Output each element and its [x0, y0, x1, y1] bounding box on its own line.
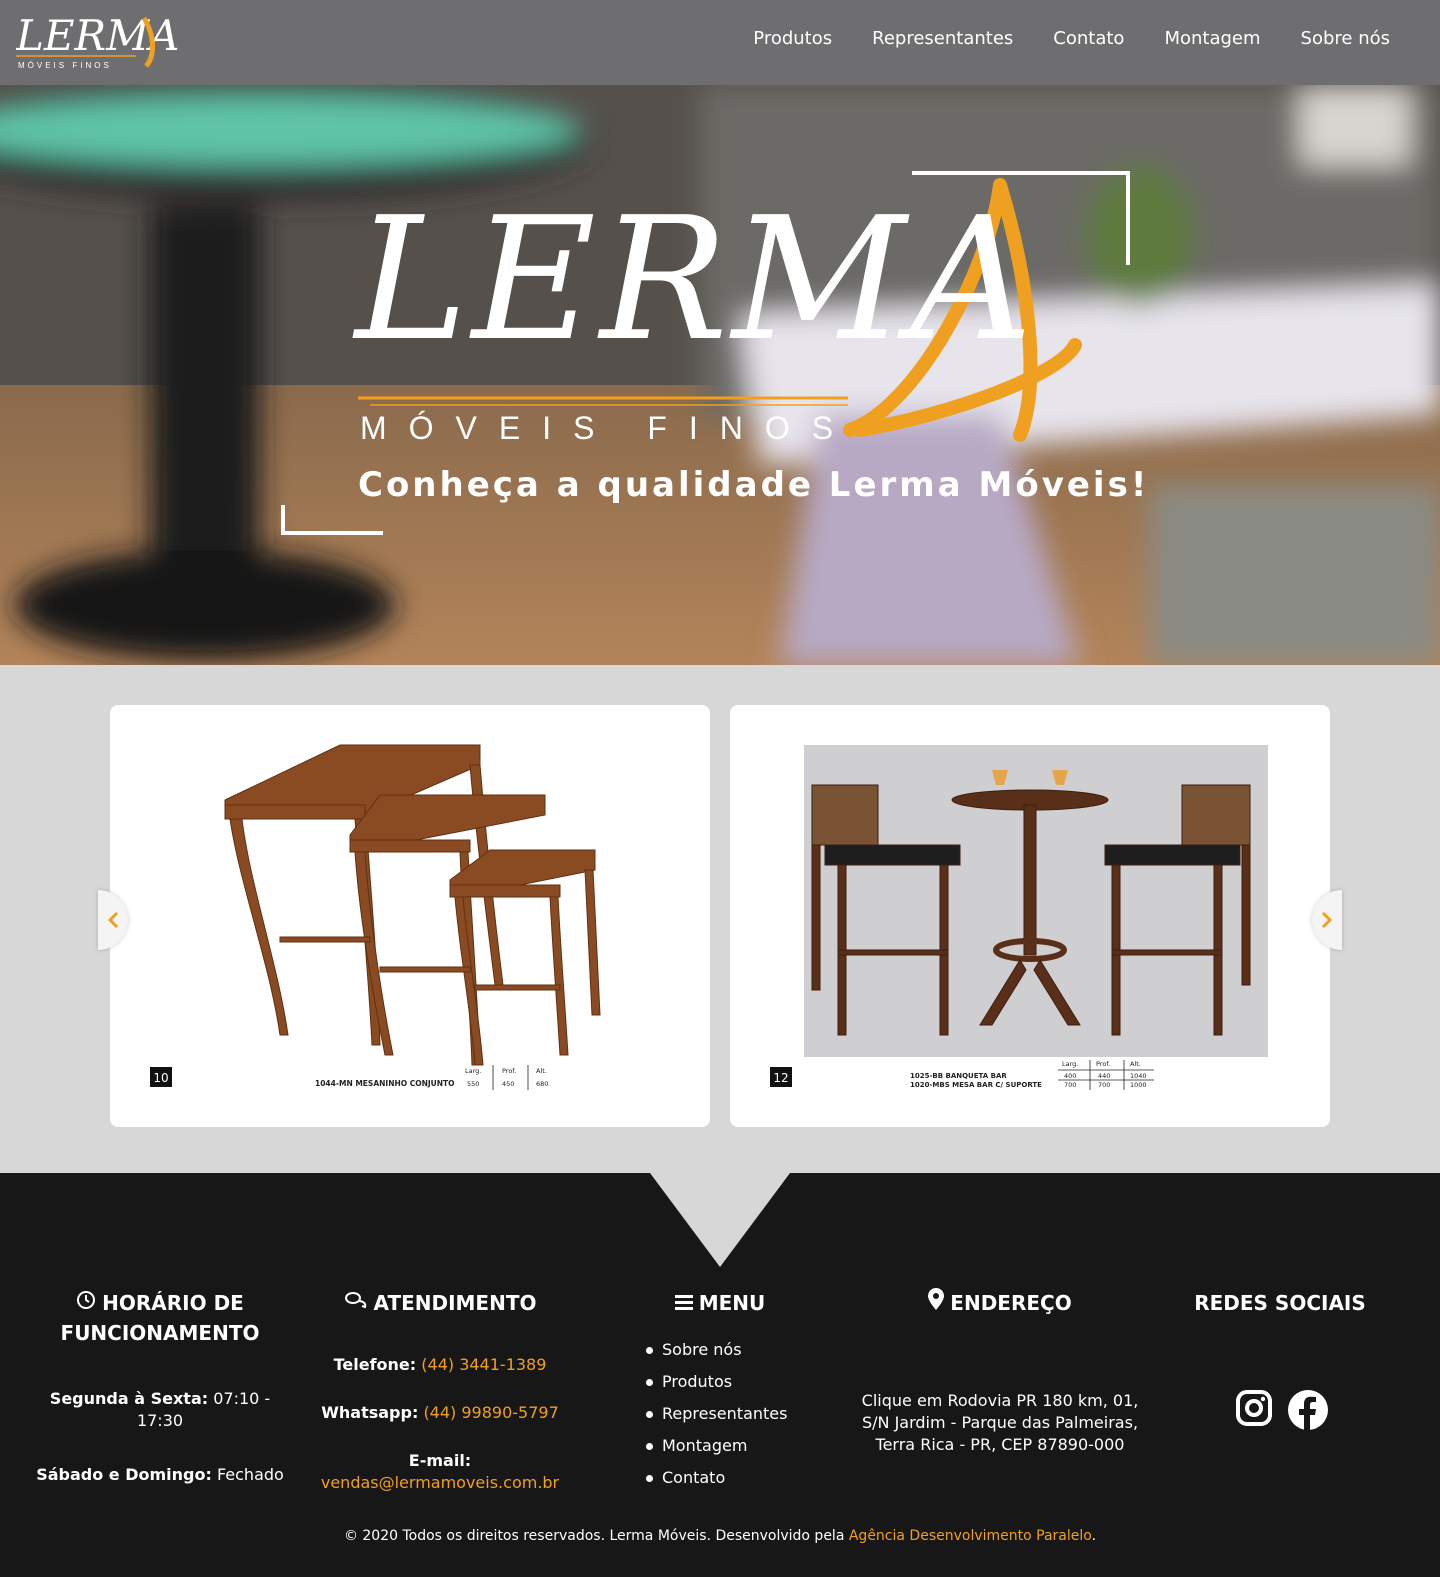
- footer-menu-produtos[interactable]: Produtos: [646, 1366, 820, 1398]
- dims-header-alt: Alt.: [1130, 1060, 1141, 1068]
- weekend-hours: Fechado: [216, 1465, 284, 1484]
- nav-representantes[interactable]: Representantes: [872, 28, 1013, 49]
- whatsapp-label: Whatsapp:: [321, 1403, 419, 1422]
- chevron-left-icon: [107, 911, 119, 929]
- dims-header-prof: Prof.: [1096, 1060, 1110, 1068]
- site-footer: HORÁRIO DE FUNCIONAMENTO Segunda à Sexta…: [0, 1173, 1440, 1577]
- products-carousel: 10 1044-MN MESANINHO CONJUNTO Larg. Prof…: [0, 665, 1440, 1173]
- footer-redes-sociais: REDES SOCIAIS: [1180, 1288, 1380, 1430]
- logo-subtext: MÓVEIS FINOS: [18, 61, 112, 70]
- redes-title: REDES SOCIAIS: [1194, 1291, 1366, 1315]
- logo-text: LERMA: [16, 11, 180, 60]
- agency-link[interactable]: Agência Desenvolvimento Paralelo: [849, 1528, 1092, 1544]
- clock-icon: [76, 1288, 96, 1318]
- dims-row-1-prof: 440: [1098, 1072, 1110, 1080]
- product-number: 10: [153, 1071, 168, 1085]
- hero-brand-title: LERMA: [355, 181, 1037, 379]
- bar-set-image: 12 1025-BB BANQUETA BAR 1020-MBS MESA BA…: [770, 745, 1268, 1090]
- dims-row-2-prof: 700: [1098, 1081, 1110, 1089]
- footer-endereco: ENDEREÇO Clique em Rodovia PR 180 km, 01…: [860, 1288, 1140, 1456]
- social-links: [1180, 1390, 1380, 1430]
- dims-larg: 550: [467, 1080, 479, 1088]
- weekend-label: Sábado e Domingo:: [36, 1465, 212, 1484]
- logo[interactable]: LERMA MÓVEIS FINOS: [15, 8, 186, 72]
- nav-montagem[interactable]: Montagem: [1164, 28, 1260, 49]
- phone-link[interactable]: (44) 3441-1389: [421, 1355, 546, 1374]
- endereco-title: ENDEREÇO: [950, 1291, 1072, 1315]
- address-link[interactable]: Clique em Rodovia PR 180 km, 01, S/N Jar…: [860, 1390, 1140, 1456]
- hero-overlay: LERMA MÓVEIS FINOS Conheça a qualidade L…: [0, 85, 1440, 665]
- product-card[interactable]: 12 1025-BB BANQUETA BAR 1020-MBS MESA BA…: [730, 705, 1330, 1127]
- footer-menu-contato[interactable]: Contato: [646, 1462, 820, 1494]
- chat-icon: [344, 1288, 368, 1318]
- dims-alt: 680: [536, 1080, 548, 1088]
- footer-notch: [650, 1173, 790, 1267]
- facebook-icon[interactable]: [1288, 1390, 1328, 1430]
- nav-sobre-nos[interactable]: Sobre nós: [1301, 28, 1390, 49]
- dims-row-1-alt: 1040: [1130, 1072, 1147, 1080]
- atendimento-title: ATENDIMENTO: [373, 1291, 537, 1315]
- instagram-icon[interactable]: [1236, 1390, 1272, 1426]
- dims-header-larg: Larg.: [1062, 1060, 1078, 1068]
- product-card[interactable]: 10 1044-MN MESANINHO CONJUNTO Larg. Prof…: [110, 705, 710, 1127]
- hero-banner: LERMA MÓVEIS FINOS Conheça a qualidade L…: [0, 85, 1440, 665]
- bars-icon: [674, 1288, 693, 1318]
- site-header: LERMA MÓVEIS FINOS Produtos Representant…: [0, 0, 1440, 85]
- product-caption: 1044-MN MESANINHO CONJUNTO: [315, 1079, 455, 1088]
- copyright-suffix: .: [1091, 1528, 1097, 1544]
- nav-contato[interactable]: Contato: [1053, 28, 1124, 49]
- footer-menu-representantes[interactable]: Representantes: [646, 1398, 820, 1430]
- dims-header-alt: Alt.: [536, 1067, 547, 1075]
- copyright-text: © 2020 Todos os direitos reservados. Ler…: [343, 1528, 849, 1544]
- dims-header-larg: Larg.: [465, 1067, 481, 1075]
- footer-menu: MENU Sobre nós Produtos Representantes M…: [620, 1288, 820, 1494]
- email-link[interactable]: vendas@lermamoveis.com.br: [321, 1473, 559, 1492]
- footer-menu-sobre-nos[interactable]: Sobre nós: [646, 1334, 820, 1366]
- footer-horario: HORÁRIO DE FUNCIONAMENTO Segunda à Sexta…: [30, 1288, 290, 1486]
- dims-row-2-larg: 700: [1064, 1081, 1076, 1089]
- hero-tagline: Conheça a qualidade Lerma Móveis!: [358, 465, 1150, 505]
- hero-subtitle: MÓVEIS FINOS: [360, 410, 856, 446]
- product-caption-line-1: 1025-BB BANQUETA BAR: [910, 1072, 1007, 1080]
- dims-prof: 450: [502, 1080, 514, 1088]
- product-number: 12: [773, 1071, 788, 1085]
- phone-label: Telefone:: [333, 1355, 417, 1374]
- dims-header-prof: Prof.: [502, 1067, 516, 1075]
- menu-title: MENU: [698, 1291, 766, 1315]
- nav-produtos[interactable]: Produtos: [753, 28, 832, 49]
- footer-menu-list: Sobre nós Produtos Representantes Montag…: [620, 1334, 820, 1494]
- main-nav: Produtos Representantes Contato Montagem…: [753, 28, 1390, 49]
- email-label: E-mail:: [408, 1451, 472, 1470]
- weekday-label: Segunda à Sexta:: [49, 1389, 209, 1408]
- chevron-right-icon: [1321, 911, 1333, 929]
- product-caption-line-2: 1020-MBS MESA BAR C/ SUPORTE: [910, 1081, 1042, 1089]
- whatsapp-link[interactable]: (44) 99890-5797: [423, 1403, 558, 1422]
- dims-row-2-alt: 1000: [1130, 1081, 1147, 1089]
- copyright: © 2020 Todos os direitos reservados. Ler…: [0, 1528, 1440, 1544]
- footer-menu-montagem[interactable]: Montagem: [646, 1430, 820, 1462]
- dims-row-1-larg: 400: [1064, 1072, 1076, 1080]
- map-pin-icon: [928, 1288, 945, 1318]
- footer-atendimento: ATENDIMENTO Telefone: (44) 3441-1389 Wha…: [295, 1288, 585, 1494]
- nesting-tables-image: 10 1044-MN MESANINHO CONJUNTO Larg. Prof…: [150, 744, 601, 1090]
